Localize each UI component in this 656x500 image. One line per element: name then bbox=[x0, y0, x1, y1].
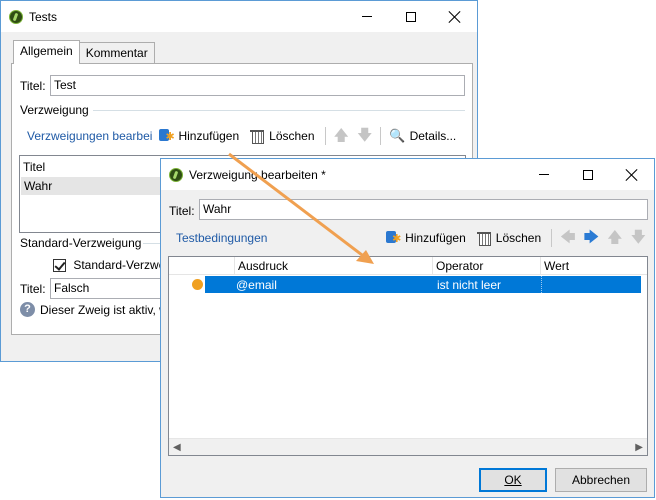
minimize-icon bbox=[539, 174, 549, 175]
move-down-icon[interactable]: 🡇 bbox=[631, 230, 646, 246]
trash-icon bbox=[249, 128, 265, 144]
conditions-grid[interactable]: Ausdruck Operator Wert @email ist nicht … bbox=[168, 256, 648, 456]
titel-label: Titel: bbox=[20, 79, 46, 93]
cancel-label: Abbrechen bbox=[571, 473, 631, 487]
standard-titel-label: Titel: bbox=[20, 282, 46, 296]
arrow-right-icon[interactable]: 🡆 bbox=[584, 230, 600, 246]
list-item-label: Wahr bbox=[24, 179, 53, 193]
delete-branch-button[interactable]: Löschen bbox=[249, 128, 315, 144]
info-text: Dieser Zweig ist aktiv, w bbox=[40, 302, 168, 317]
close-icon bbox=[449, 11, 461, 23]
arrow-left-icon[interactable]: 🡄 bbox=[560, 230, 576, 246]
ok-button[interactable]: OK bbox=[479, 468, 547, 492]
window-title: Tests bbox=[29, 9, 58, 24]
dialog-titlebar: Verzweigung bearbeiten * bbox=[161, 159, 654, 190]
add-condition-button[interactable]: Hinzufügen bbox=[385, 230, 466, 246]
delete-label: Löschen bbox=[269, 129, 315, 143]
standard-heading: Standard-Verzweigung bbox=[20, 236, 142, 250]
trash-icon bbox=[476, 230, 492, 246]
section-divider bbox=[93, 110, 465, 111]
tab-allgemein[interactable]: Allgemein bbox=[13, 40, 80, 64]
edit-branch-dialog: Verzweigung bearbeiten * Titel: Wahr Tes… bbox=[160, 158, 655, 498]
standard-checkbox[interactable]: Standard-Verzwei bbox=[53, 258, 169, 273]
scroll-right-icon[interactable]: ▶ bbox=[635, 442, 643, 453]
edit-branches-link[interactable]: Verzweigungen bearbei bbox=[27, 129, 152, 143]
close-button[interactable] bbox=[433, 1, 477, 32]
toolbar-separator bbox=[551, 229, 553, 247]
standard-titel-field[interactable]: Falsch bbox=[50, 278, 170, 299]
add-branch-button[interactable]: Hinzufügen bbox=[158, 128, 239, 144]
ok-label: OK bbox=[504, 473, 522, 487]
tab-kommentar[interactable]: Kommentar bbox=[78, 42, 155, 64]
cell-operator[interactable]: ist nicht leer bbox=[433, 276, 541, 293]
app-logo-icon bbox=[9, 9, 23, 24]
cell-wert[interactable] bbox=[541, 276, 641, 293]
checkbox-checked-icon bbox=[53, 259, 66, 273]
move-down-icon[interactable]: 🡇 bbox=[357, 128, 372, 144]
status-dot-icon bbox=[192, 279, 203, 290]
conditions-toolbar: Testbedingungen Hinzufügen Löschen 🡄 🡆 🡅… bbox=[176, 227, 646, 249]
move-up-icon[interactable]: 🡅 bbox=[607, 230, 622, 246]
dialog-titel-field[interactable]: Wahr bbox=[199, 199, 648, 220]
standard-checkbox-label: Standard-Verzwei bbox=[73, 258, 169, 272]
column-header-wert[interactable]: Wert bbox=[541, 257, 641, 274]
maximize-icon bbox=[406, 11, 416, 22]
minimize-button[interactable] bbox=[345, 1, 389, 32]
minimize-icon bbox=[362, 16, 372, 17]
add-icon bbox=[158, 128, 175, 144]
close-icon bbox=[626, 169, 638, 181]
help-icon: ? bbox=[20, 302, 35, 317]
dialog-titel-label: Titel: bbox=[169, 204, 195, 218]
scroll-left-icon[interactable]: ◀ bbox=[173, 442, 181, 453]
search-icon: 🔍 bbox=[389, 128, 406, 143]
info-row: ? Dieser Zweig ist aktiv, w bbox=[20, 302, 168, 317]
toolbar-separator bbox=[324, 127, 326, 145]
grid-header-spacer bbox=[169, 257, 235, 274]
cell-ausdruck[interactable]: @email bbox=[205, 276, 433, 293]
verzweigung-heading: Verzweigung bbox=[20, 103, 89, 117]
titel-field[interactable]: Test bbox=[50, 75, 465, 96]
table-row[interactable]: @email ist nicht leer bbox=[169, 276, 647, 293]
maximize-button[interactable] bbox=[566, 159, 610, 190]
cancel-button[interactable]: Abbrechen bbox=[555, 468, 647, 492]
test-conditions-link[interactable]: Testbedingungen bbox=[176, 231, 267, 245]
grid-header: Ausdruck Operator Wert bbox=[169, 257, 647, 275]
add-label: Hinzufügen bbox=[405, 231, 466, 245]
add-label: Hinzufügen bbox=[178, 129, 240, 143]
maximize-icon bbox=[583, 169, 593, 180]
maximize-button[interactable] bbox=[389, 1, 433, 32]
app-logo-icon bbox=[169, 167, 183, 182]
toolbar-separator bbox=[380, 127, 382, 145]
close-button[interactable] bbox=[610, 159, 654, 190]
column-header-ausdruck[interactable]: Ausdruck bbox=[235, 257, 433, 274]
horizontal-scrollbar[interactable]: ◀ ▶ bbox=[169, 438, 647, 455]
details-label: Details... bbox=[409, 129, 457, 143]
tests-titlebar: Tests bbox=[1, 1, 477, 32]
branches-toolbar: Verzweigungen bearbei Hinzufügen Löschen… bbox=[27, 125, 466, 147]
delete-condition-button[interactable]: Löschen bbox=[476, 230, 541, 246]
list-header: Titel bbox=[23, 160, 46, 174]
details-button[interactable]: 🔍 Details... bbox=[389, 128, 456, 144]
column-header-operator[interactable]: Operator bbox=[433, 257, 541, 274]
delete-label: Löschen bbox=[495, 231, 542, 245]
minimize-button[interactable] bbox=[522, 159, 566, 190]
row-selection: @email ist nicht leer bbox=[205, 276, 641, 293]
move-up-icon[interactable]: 🡅 bbox=[334, 128, 349, 144]
list-item[interactable]: Wahr bbox=[21, 177, 161, 195]
add-icon bbox=[385, 230, 401, 246]
dialog-title: Verzweigung bearbeiten * bbox=[189, 167, 326, 182]
